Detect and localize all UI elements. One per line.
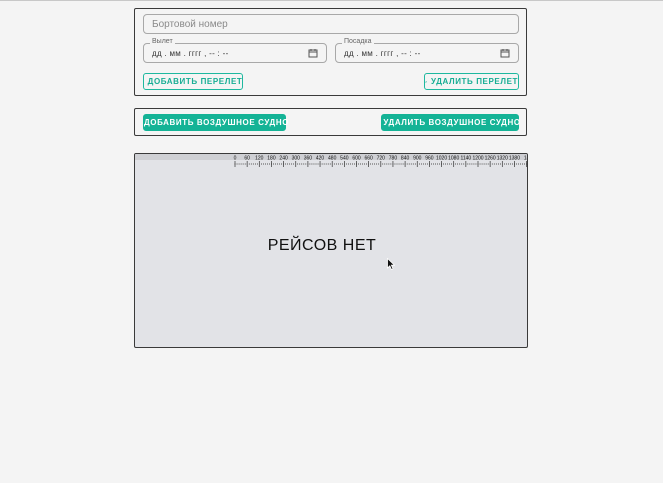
- tail-number-input[interactable]: Бортовой номер: [143, 14, 519, 34]
- ruler-label: 1140: [460, 156, 471, 162]
- airplane-icon: [425, 80, 427, 83]
- aircraft-panel: ДОБАВИТЬ ВОЗДУШНОЕ СУДНО УДАЛИТЬ ВОЗДУШН…: [134, 108, 527, 136]
- ruler-label: 240: [279, 156, 288, 162]
- delete-aircraft-button[interactable]: УДАЛИТЬ ВОЗДУШНОЕ СУДНО: [381, 114, 521, 131]
- ruler-label: 960: [425, 156, 434, 162]
- ruler-label: 0: [234, 156, 237, 162]
- ruler-label: 1260: [485, 156, 496, 162]
- delete-flight-button[interactable]: УДАЛИТЬ ПЕРЕЛЕТ: [424, 73, 519, 90]
- window-top-border: [0, 0, 663, 1]
- arrival-datetime-input[interactable]: Посадка дд . мм . гггг , -- : --: [335, 38, 519, 63]
- ruler-label: 660: [364, 156, 373, 162]
- time-ruler: 0 60 120 180 240 300 360 420 480 540 600 660 720 780 8…: [135, 154, 527, 167]
- ruler-label: 180: [267, 156, 276, 162]
- departure-value: дд . мм . гггг , -- : --: [152, 49, 229, 58]
- tail-number-placeholder: Бортовой номер: [152, 19, 228, 30]
- add-aircraft-button[interactable]: ДОБАВИТЬ ВОЗДУШНОЕ СУДНО: [143, 114, 290, 131]
- ruler-label: 420: [316, 156, 325, 162]
- ruler-label: 720: [377, 156, 386, 162]
- add-aircraft-label: ДОБАВИТЬ ВОЗДУШНОЕ СУДНО: [143, 118, 290, 127]
- ruler-label: 900: [413, 156, 422, 162]
- flight-form-panel: Бортовой номер Вылет дд . мм . гггг , --…: [134, 8, 527, 96]
- mouse-cursor-icon: [387, 258, 395, 270]
- delete-aircraft-label: УДАЛИТЬ ВОЗДУШНОЕ СУДНО: [383, 118, 521, 127]
- add-flight-button[interactable]: ДОБАВИТЬ ПЕРЕЛЕТ: [143, 73, 243, 90]
- arrival-label: Посадка: [342, 38, 374, 45]
- ruler-label: 60: [244, 156, 250, 162]
- ruler-label: 780: [389, 156, 398, 162]
- ruler-label: 600: [352, 156, 361, 162]
- ruler-label: 1080: [448, 156, 459, 162]
- departure-label: Вылет: [150, 38, 175, 45]
- delete-flight-label: УДАЛИТЬ ПЕРЕЛЕТ: [431, 77, 518, 86]
- timeline-view[interactable]: 0 60 120 180 240 300 360 420 480 540 600 660 720 780 8…: [134, 153, 528, 348]
- ruler-label: 360: [304, 156, 313, 162]
- ruler-label: 1380: [509, 156, 520, 162]
- departure-datetime-input[interactable]: Вылет дд . мм . гггг , -- : --: [143, 38, 327, 63]
- ruler-label: 300: [292, 156, 301, 162]
- calendar-icon[interactable]: [500, 48, 510, 58]
- ruler-label: 14: [524, 156, 527, 162]
- ruler-label: 1020: [436, 156, 447, 162]
- ruler-label: 540: [340, 156, 349, 162]
- ruler-label: 840: [401, 156, 410, 162]
- arrival-value: дд . мм . гггг , -- : --: [344, 49, 421, 58]
- empty-message: РЕЙСОВ НЕТ: [267, 237, 377, 254]
- add-flight-label: ДОБАВИТЬ ПЕРЕЛЕТ: [147, 77, 243, 86]
- calendar-icon[interactable]: [308, 48, 318, 58]
- ruler-label: 120: [255, 156, 264, 162]
- ruler-label: 1320: [497, 156, 508, 162]
- ruler-label: 480: [328, 156, 337, 162]
- ruler-label: 1200: [472, 156, 483, 162]
